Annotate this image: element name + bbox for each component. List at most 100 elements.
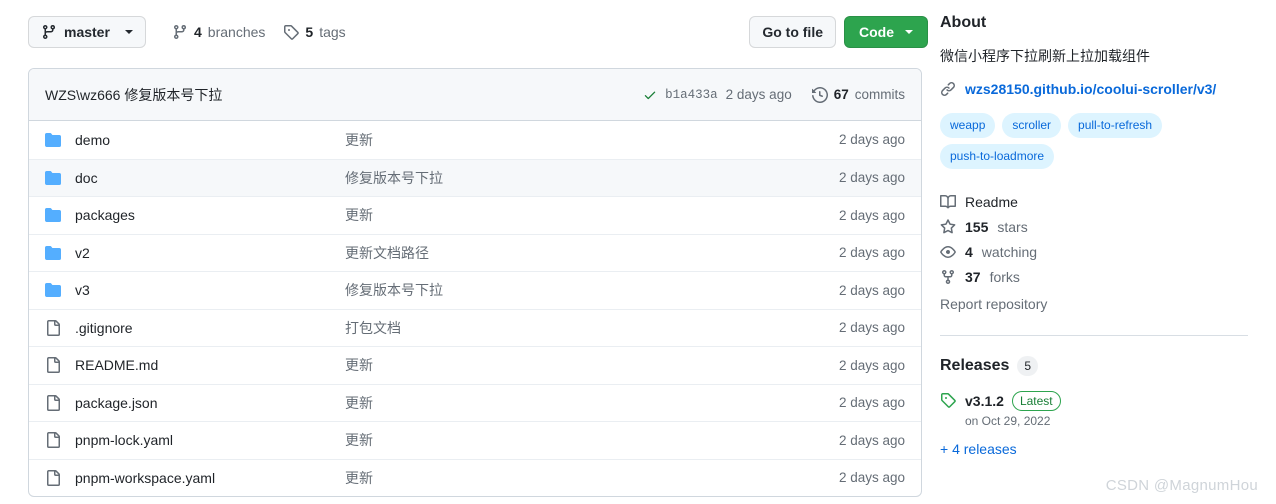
file-name[interactable]: v2 [75,245,345,261]
folder-icon [45,282,75,298]
release-date: on Oct 29, 2022 [965,414,1051,428]
commit-time: 2 days ago [838,357,905,373]
file-name[interactable]: v3 [75,282,345,298]
link-icon [940,81,956,97]
releases-count: 5 [1017,356,1039,376]
commit-time: 2 days ago [725,87,792,102]
table-row[interactable]: doc 修复版本号下拉 2 days ago [29,158,921,196]
main-column: master 4 branches 5 tags Go to file Code… [0,0,928,504]
stat-readme[interactable]: Readme [940,189,1248,214]
branches-count: 4 [194,24,202,40]
topic-tag[interactable]: weapp [940,113,996,138]
commit-meta: b1a433a 2 days ago 67 commits [643,86,905,103]
commit-message[interactable]: 更新 [345,205,839,225]
file-name[interactable]: doc [75,170,345,186]
tags-count: 5 [305,24,314,40]
history-icon [811,86,828,103]
commit-message[interactable]: 更新 [345,393,839,413]
file-name[interactable]: README.md [75,357,345,373]
branch-name-label: master [64,24,110,40]
file-icon [45,394,75,411]
table-row[interactable]: demo 更新 2 days ago [29,121,921,159]
commit-message[interactable]: 更新 [345,355,839,375]
releases-heading: Releases [940,357,1010,374]
commits-history-link[interactable]: 67 commits [811,86,905,103]
table-row[interactable]: pnpm-lock.yaml 更新 2 days ago [29,421,921,459]
topic-list: weapp scroller pull-to-refresh push-to-load… [940,113,1240,169]
commit-message[interactable]: 更新 [345,468,839,488]
repository-page: master 4 branches 5 tags Go to file Code… [0,0,1276,504]
fork-icon [940,269,956,285]
commit-time: 2 days ago [838,132,905,148]
stat-label: forks [989,268,1020,285]
stat-forks[interactable]: 37 forks [940,264,1248,289]
folder-icon [45,170,75,186]
stat-value: 37 [965,268,981,285]
sidebar-divider [940,335,1248,336]
commit-message[interactable]: 更新 [345,130,839,150]
commit-sha[interactable]: b1a433a [665,88,718,102]
commit-time: 2 days ago [838,395,905,411]
branch-icon [41,24,57,40]
release-version-row: v3.1.2 Latest [965,391,1061,411]
chevron-down-icon [125,30,133,34]
commit-message[interactable]: 修复版本号下拉 [345,168,839,188]
file-name[interactable]: .gitignore [75,320,345,336]
branch-icon [172,24,188,40]
more-releases-link[interactable]: + 4 releases [940,441,1248,457]
table-row[interactable]: .gitignore 打包文档 2 days ago [29,308,921,347]
commit-time: 2 days ago [838,245,905,261]
file-rows: demo 更新 2 days ago doc 修复版本号下拉 2 days ago pack… [29,121,921,496]
check-icon [643,88,657,102]
branch-selector-button[interactable]: master [28,16,146,48]
table-row[interactable]: v3 修复版本号下拉 2 days ago [29,271,921,309]
folder-icon [45,245,75,261]
file-name[interactable]: pnpm-lock.yaml [75,432,345,448]
go-to-file-button[interactable]: Go to file [749,16,836,48]
table-row[interactable]: packages 更新 2 days ago [29,196,921,234]
table-row[interactable]: v2 更新文档路径 2 days ago [29,233,921,272]
stat-label: Readme [965,193,1018,210]
topic-tag[interactable]: push-to-loadmore [940,144,1055,169]
file-icon [45,432,75,449]
tag-icon [940,392,956,408]
homepage-link[interactable]: wzs28150.github.io/coolui-scroller/v3/ [965,81,1216,97]
table-row[interactable]: README.md 更新 2 days ago [29,346,921,384]
stat-label: stars [997,218,1028,235]
commit-time: 2 days ago [838,170,905,186]
branches-label: branches [207,24,266,40]
table-row[interactable]: package.json 更新 2 days ago [29,383,921,422]
repo-stats: Readme 155 stars 4 watching 37 forks [940,189,1248,289]
table-row[interactable]: pnpm-workspace.yaml 更新 2 days ago [29,458,921,497]
report-repository-link[interactable]: Report repository [940,296,1248,312]
folder-icon [45,207,75,223]
file-name[interactable]: pnpm-workspace.yaml [75,470,345,486]
tag-icon [283,24,300,40]
commit-message[interactable]: 修复版本号下拉 [345,280,839,300]
tags-link[interactable]: 5 tags [283,24,346,40]
commit-message[interactable]: 打包文档 [345,318,839,338]
code-button[interactable]: Code [844,16,928,48]
commit-message[interactable]: 更新文档路径 [345,243,839,263]
stat-stars[interactable]: 155 stars [940,214,1248,239]
repo-meta-links: 4 branches 5 tags [172,24,346,40]
branches-link[interactable]: 4 branches [172,24,265,40]
stat-watching[interactable]: 4 watching [940,239,1248,264]
about-sidebar: About 微信小程序下拉刷新上拉加载组件 wzs28150.github.io… [928,0,1276,504]
file-icon [45,319,75,336]
commit-message[interactable]: WZS\wz666 修复版本号下拉 [45,85,222,105]
book-icon [940,194,956,210]
file-name[interactable]: package.json [75,395,345,411]
file-name[interactable]: packages [75,207,345,223]
commits-count-value: 67 [833,87,849,102]
folder-icon [45,132,75,148]
topic-tag[interactable]: scroller [1002,113,1062,138]
toolbar-actions: Go to file Code [749,16,928,48]
topic-tag[interactable]: pull-to-refresh [1068,113,1163,138]
file-name[interactable]: demo [75,132,345,148]
commit-time: 2 days ago [838,320,905,336]
release-version[interactable]: v3.1.2 [965,393,1004,409]
homepage-row: wzs28150.github.io/coolui-scroller/v3/ [940,81,1248,97]
commit-message[interactable]: 更新 [345,430,839,450]
file-icon [45,469,75,486]
